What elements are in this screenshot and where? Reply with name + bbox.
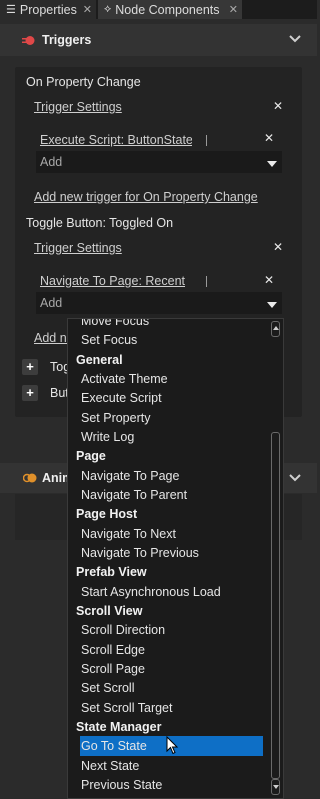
- dropdown-item-label: Page Host: [76, 507, 138, 522]
- trigger-name-on-property-change: On Property Change: [26, 75, 141, 89]
- dropdown-item-label: Set Scroll: [81, 681, 135, 696]
- triggers-header[interactable]: Triggers: [0, 24, 317, 56]
- chevron-down-icon[interactable]: [289, 35, 301, 43]
- mouse-cursor-icon: [166, 736, 179, 755]
- dropdown-item[interactable]: Navigate To Page: [81, 466, 276, 486]
- dropdown-item[interactable]: Set Property: [81, 408, 276, 428]
- dropdown-item-label: Navigate To Parent: [81, 487, 188, 502]
- dropdown-item[interactable]: Previous State: [81, 775, 276, 795]
- dropdown-item[interactable]: Move Focus: [81, 318, 276, 331]
- dropdown-item-label: Activate Theme: [81, 371, 168, 386]
- scrollbar-thumb[interactable]: [271, 432, 280, 779]
- dropdown-item-label: Set Focus: [81, 333, 138, 348]
- dropdown-item-label: Navigate To Previous: [81, 545, 199, 560]
- dropdown-item[interactable]: Set Scroll Target: [81, 698, 276, 718]
- add-trigger-button[interactable]: +: [22, 359, 38, 375]
- dropdown-item-label: Navigate To Next: [81, 526, 176, 541]
- add-action-placeholder: Add: [40, 296, 63, 310]
- trigger-settings-link[interactable]: Trigger Settings: [34, 100, 122, 114]
- dropdown-item-label: General: [76, 352, 123, 367]
- dropdown-item-label: Start Asynchronous Load: [81, 584, 221, 599]
- dropdown-caret-icon[interactable]: [267, 302, 277, 308]
- dropdown-category: Prefab View: [76, 562, 271, 582]
- dropdown-item-label: Move Focus: [81, 318, 150, 328]
- dropdown-item[interactable]: Execute Script: [81, 388, 276, 408]
- divider: [206, 276, 207, 287]
- dropdown-category: Page: [76, 446, 271, 466]
- dropdown-item-label: Scroll Edge: [81, 642, 145, 657]
- dropdown-item-label: Scroll Direction: [81, 623, 166, 638]
- dropdown-item[interactable]: Navigate To Parent: [81, 485, 276, 505]
- dropdown-item-label: Scroll Page: [81, 661, 145, 676]
- tab-properties[interactable]: ☰ Properties ✕: [0, 0, 97, 19]
- divider: [206, 135, 207, 146]
- components-icon: ⟡: [104, 3, 112, 15]
- dropdown-category: State Manager: [76, 717, 271, 737]
- scroll-up-button[interactable]: [271, 321, 280, 337]
- dropdown-item[interactable]: Set Focus: [81, 330, 276, 350]
- dropdown-item[interactable]: Navigate To Previous: [81, 543, 276, 563]
- add-trigger-button[interactable]: +: [22, 385, 38, 401]
- add-new-trigger-link[interactable]: Add new trigger for On Property Change: [34, 190, 258, 204]
- dropdown-caret-icon[interactable]: [267, 161, 277, 167]
- trigger-settings-link[interactable]: Trigger Settings: [34, 241, 122, 255]
- add-action-select[interactable]: [36, 292, 282, 314]
- chevron-down-icon[interactable]: [289, 474, 301, 482]
- action-execute-script-link[interactable]: Execute Script: ButtonState.js: [40, 133, 192, 147]
- dropdown-category: Page Host: [76, 504, 271, 524]
- tab-node-components-label: Node Components: [115, 2, 220, 17]
- list-icon: ☰: [6, 4, 16, 16]
- dropdown-item[interactable]: Scroll Direction: [81, 620, 276, 640]
- close-icon[interactable]: ✕: [273, 240, 283, 254]
- dropdown-item[interactable]: Write Log: [81, 427, 276, 447]
- dropdown-item-label: Page: [76, 449, 106, 464]
- dropdown-item-label: Go To State: [81, 739, 147, 754]
- dropdown-item-label: Set Property: [81, 410, 151, 425]
- dropdown-item-label: Prefab View: [76, 565, 147, 580]
- dropdown-category: General: [76, 350, 271, 370]
- triggers-title: Triggers: [42, 33, 92, 47]
- dropdown-item-label: Scroll View: [76, 603, 143, 618]
- trigger-icon: [22, 35, 35, 45]
- add-action-select[interactable]: [36, 151, 282, 173]
- tab-properties-label: Properties: [19, 2, 77, 17]
- close-icon[interactable]: ✕: [264, 273, 274, 287]
- dropdown-item[interactable]: Start Asynchronous Load: [81, 582, 276, 602]
- action-navigate-to-page-link[interactable]: Navigate To Page: Recent: [40, 274, 185, 288]
- dropdown-item-label: Next State: [81, 758, 140, 773]
- close-icon[interactable]: ✕: [83, 3, 92, 16]
- dropdown-item-label: Execute Script: [81, 391, 162, 406]
- trigger-name-toggled-on: Toggle Button: Toggled On: [26, 216, 174, 230]
- dropdown-item-label: Set Scroll Target: [81, 700, 173, 715]
- action-dropdown-list[interactable]: Move Focus Set Focus General Activate Theme…: [67, 318, 284, 799]
- add-action-placeholder: Add: [40, 155, 63, 169]
- dropdown-item-label: Write Log: [81, 429, 135, 444]
- dropdown-item-label: State Manager: [76, 719, 162, 734]
- animation-icon: [23, 473, 37, 483]
- dropdown-item-label: Previous State: [81, 777, 163, 792]
- close-icon[interactable]: ✕: [273, 99, 283, 113]
- dropdown-category: Scroll View: [76, 601, 271, 621]
- dropdown-item[interactable]: Set Scroll: [81, 678, 276, 698]
- dropdown-item[interactable]: Navigate To Next: [81, 524, 276, 544]
- dropdown-item[interactable]: Scroll Edge: [81, 640, 276, 660]
- close-icon[interactable]: ✕: [264, 131, 274, 145]
- dropdown-item[interactable]: Next State: [81, 756, 276, 776]
- trigger-row-label: But: [50, 386, 69, 400]
- close-icon[interactable]: ✕: [229, 3, 238, 16]
- dropdown-item-label: Navigate To Page: [81, 468, 180, 483]
- dropdown-item[interactable]: Activate Theme: [81, 369, 276, 389]
- tab-node-components[interactable]: ⟡ Node Components ✕: [98, 0, 242, 19]
- scroll-down-button[interactable]: [271, 779, 280, 795]
- dropdown-item[interactable]: Scroll Page: [81, 659, 276, 679]
